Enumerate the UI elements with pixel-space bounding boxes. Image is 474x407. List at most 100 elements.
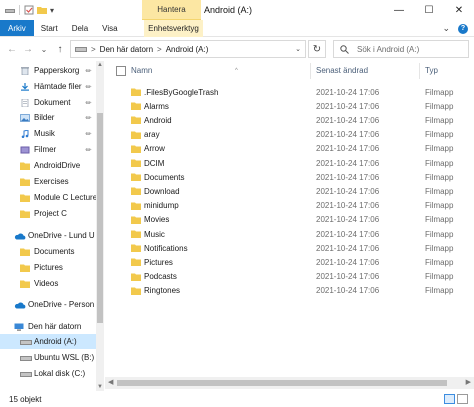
column-header-type[interactable]: Typ: [425, 61, 438, 81]
tab-start[interactable]: Start: [34, 20, 65, 36]
nav-item-label: Den här datorn: [28, 322, 82, 331]
nav-item-android-a[interactable]: Android (A:): [0, 334, 96, 349]
folder-icon: [131, 216, 141, 224]
horizontal-scroll-thumb[interactable]: [117, 380, 447, 386]
nav-item-module-c-lecture[interactable]: Module C Lecture: [0, 190, 96, 205]
tab-enhetsverktyg[interactable]: Enhetsverktyg: [144, 20, 203, 37]
nav-item-label: Papperskorg: [34, 66, 80, 75]
table-row[interactable]: Music 2021-10-24 17:06 Filmapp: [105, 227, 474, 241]
file-name: Documents: [144, 172, 185, 182]
properties-icon[interactable]: [24, 5, 34, 15]
column-header-date[interactable]: Senast ändrad: [316, 61, 368, 81]
nav-item-lokal-disk-c[interactable]: Lokal disk (C:): [0, 366, 96, 381]
pin-icon[interactable]: ✎: [84, 82, 94, 91]
folder-icon: [131, 273, 141, 281]
search-input[interactable]: Sök i Android (A:): [357, 45, 419, 54]
pin-icon[interactable]: ✎: [84, 66, 94, 75]
table-row[interactable]: DCIM 2021-10-24 17:06 Filmapp: [105, 156, 474, 170]
nav-item-musik[interactable]: Musik ✎: [0, 126, 96, 141]
up-button[interactable]: ↑: [54, 42, 66, 56]
column-divider[interactable]: [419, 63, 420, 79]
sort-indicator-icon: ^: [235, 68, 238, 74]
minimize-button[interactable]: —: [384, 0, 414, 20]
table-row[interactable]: .FilesByGoogleTrash 2021-10-24 17:06 Filma…: [105, 85, 474, 99]
tab-arkiv[interactable]: Arkiv: [0, 20, 34, 36]
pin-icon[interactable]: ✎: [84, 129, 94, 138]
pin-icon[interactable]: ✎: [84, 145, 94, 154]
table-row[interactable]: aray 2021-10-24 17:06 Filmapp: [105, 128, 474, 142]
forward-button[interactable]: →: [22, 42, 34, 56]
column-header-name[interactable]: Namn: [131, 61, 152, 81]
table-row[interactable]: Pictures 2021-10-24 17:06 Filmapp: [105, 255, 474, 269]
nav-item-documents[interactable]: Documents: [0, 244, 96, 259]
nav-item-den-här-datorn[interactable]: Den här datorn: [0, 319, 96, 334]
nav-item-project-c[interactable]: Project C: [0, 206, 96, 221]
file-type: Filmapp: [425, 286, 454, 296]
select-all-checkbox[interactable]: [116, 66, 126, 76]
tab-dela[interactable]: Dela: [65, 20, 95, 36]
address-dropdown-icon[interactable]: ⌄: [295, 45, 301, 53]
scroll-right-icon[interactable]: ▶: [466, 378, 471, 386]
nav-item-exercises[interactable]: Exercises: [0, 174, 96, 189]
folder-icon: [131, 159, 141, 167]
customize-toolbar-icon[interactable]: ▾: [50, 6, 54, 15]
help-icon[interactable]: ?: [458, 23, 468, 34]
nav-item-filmer[interactable]: Filmer ✎: [0, 142, 96, 157]
file-name: Arrow: [144, 144, 165, 154]
this-pc-icon: [14, 323, 24, 331]
nav-scroll-thumb[interactable]: [97, 113, 103, 323]
scroll-down-icon[interactable]: ▼: [97, 384, 103, 390]
file-name: aray: [144, 130, 160, 140]
folder-icon: [131, 202, 141, 210]
nav-item-papperskorg[interactable]: Papperskorg ✎: [0, 63, 96, 78]
expand-ribbon-icon[interactable]: ⌄: [442, 23, 450, 34]
nav-scrollbar[interactable]: ▲ ▼: [96, 61, 104, 391]
nav-item-androiddrive[interactable]: AndroidDrive: [0, 158, 96, 173]
file-date: 2021-10-24 17:06: [316, 115, 380, 125]
table-row[interactable]: Notifications 2021-10-24 17:06 Filmapp: [105, 241, 474, 255]
search-box[interactable]: Sök i Android (A:): [333, 40, 469, 58]
table-row[interactable]: Podcasts 2021-10-24 17:06 Filmapp: [105, 270, 474, 284]
folder-icon: [20, 264, 30, 272]
documents-icon: [20, 98, 30, 107]
nav-item-ubuntu-wsl-b[interactable]: Ubuntu WSL (B:): [0, 350, 96, 365]
scroll-up-icon[interactable]: ▲: [97, 62, 103, 68]
refresh-button[interactable]: ↻: [308, 40, 326, 58]
nav-item-hämtade-filer[interactable]: Hämtade filer ✎: [0, 79, 96, 94]
breadcrumb-android[interactable]: Android (A:): [166, 45, 209, 54]
back-button[interactable]: ←: [6, 42, 18, 56]
address-bar[interactable]: > Den här datorn > Android (A:) ⌄: [70, 40, 306, 58]
nav-item-dokument[interactable]: Dokument ✎: [0, 95, 96, 110]
breadcrumb-this-pc[interactable]: Den här datorn: [100, 45, 153, 54]
drive-icon: [20, 354, 32, 362]
table-row[interactable]: Ringtones 2021-10-24 17:06 Filmapp: [105, 284, 474, 298]
nav-item-pictures[interactable]: Pictures: [0, 260, 96, 275]
close-button[interactable]: ✕: [444, 0, 474, 20]
large-icons-view-icon[interactable]: [457, 394, 468, 404]
column-divider[interactable]: [310, 63, 311, 79]
file-date: 2021-10-24 17:06: [316, 186, 380, 196]
tab-visa[interactable]: Visa: [95, 20, 124, 36]
nav-item-onedrive-person[interactable]: OneDrive - Person: [0, 297, 96, 312]
drive-icon: [5, 9, 15, 13]
pin-icon[interactable]: ✎: [84, 113, 94, 122]
breadcrumb-separator: >: [157, 44, 162, 54]
folder-icon: [131, 131, 141, 139]
nav-item-bilder[interactable]: Bilder ✎: [0, 110, 96, 125]
table-row[interactable]: Arrow 2021-10-24 17:06 Filmapp: [105, 142, 474, 156]
table-row[interactable]: Alarms 2021-10-24 17:06 Filmapp: [105, 99, 474, 113]
table-row[interactable]: minidump 2021-10-24 17:06 Filmapp: [105, 199, 474, 213]
nav-item-videos[interactable]: Videos: [0, 276, 96, 291]
maximize-button[interactable]: ☐: [414, 0, 444, 20]
table-row[interactable]: Download 2021-10-24 17:06 Filmapp: [105, 184, 474, 198]
table-row[interactable]: Android 2021-10-24 17:06 Filmapp: [105, 113, 474, 127]
new-folder-icon[interactable]: [37, 5, 47, 15]
table-row[interactable]: Movies 2021-10-24 17:06 Filmapp: [105, 213, 474, 227]
horizontal-scrollbar[interactable]: ◀ ▶: [105, 377, 474, 389]
recent-locations-button[interactable]: ⌄: [38, 42, 50, 56]
details-view-icon[interactable]: [444, 394, 455, 404]
table-row[interactable]: Documents 2021-10-24 17:06 Filmapp: [105, 170, 474, 184]
pin-icon[interactable]: ✎: [84, 98, 94, 107]
nav-item-onedrive-lund-u[interactable]: OneDrive - Lund U: [0, 228, 96, 243]
scroll-left-icon[interactable]: ◀: [108, 378, 113, 386]
